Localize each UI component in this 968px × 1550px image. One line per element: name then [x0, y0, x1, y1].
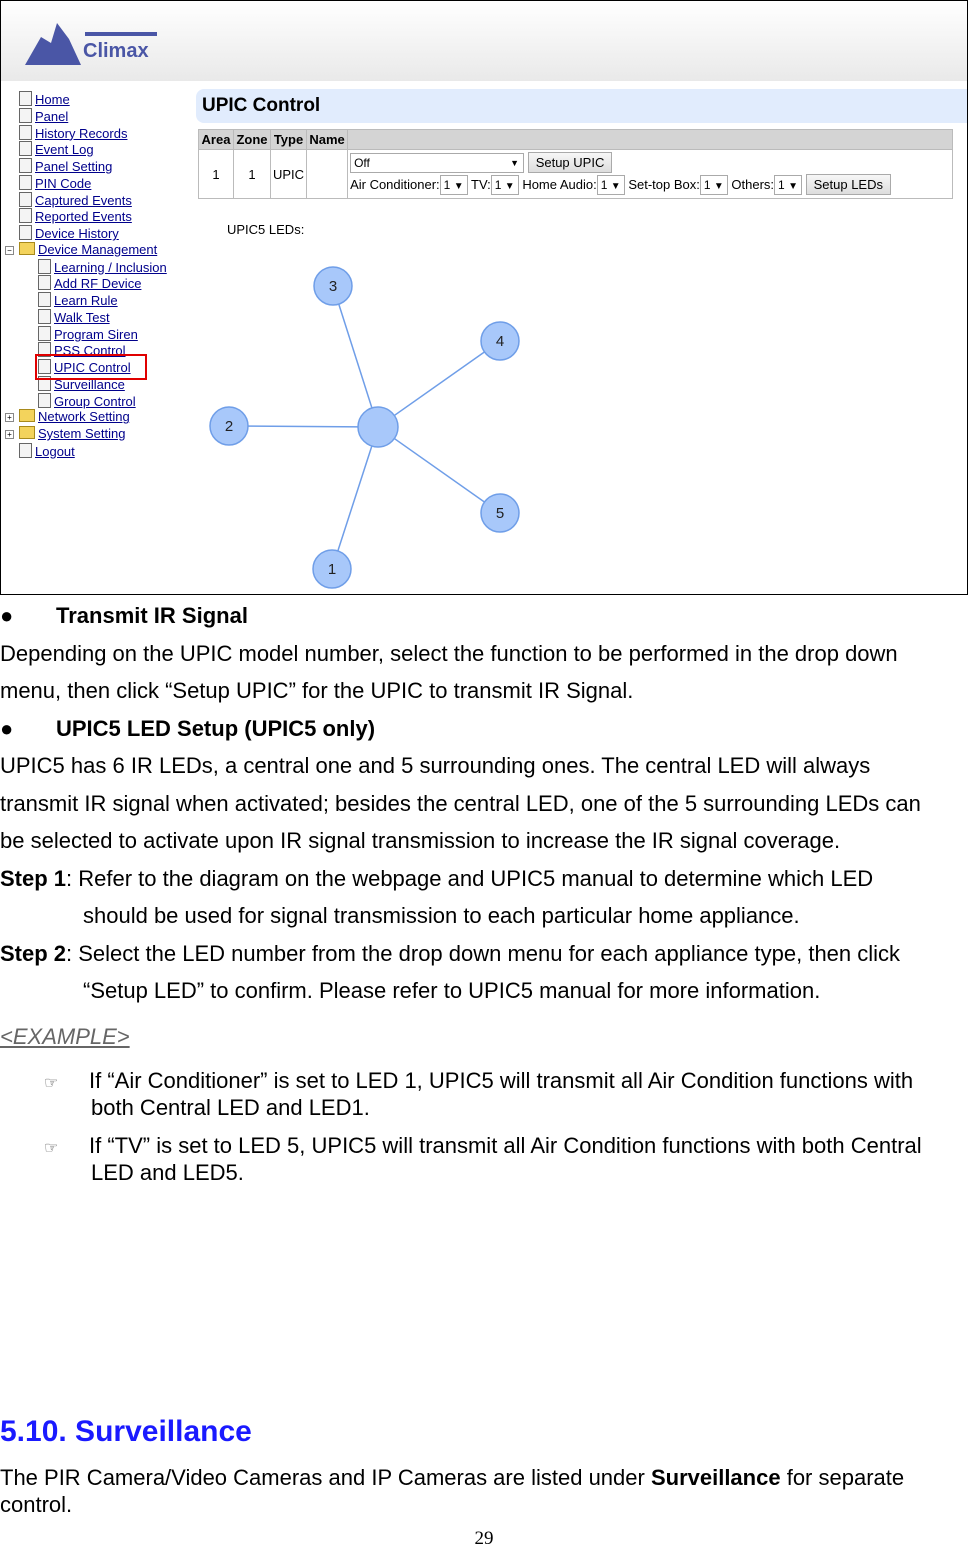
led-diagram: 1 2 3 4 5	[209, 266, 520, 589]
paragraph: be selected to activate upon IR signal t…	[0, 828, 841, 853]
pointing-hand-icon: ☞	[44, 1140, 59, 1157]
paragraph: “Setup LED” to confirm. Please refer to …	[83, 978, 821, 1003]
bullet-heading-1: ● Transmit IR Signal	[0, 603, 248, 628]
led-center	[357, 406, 399, 448]
paragraph: transmit IR signal when activated; besid…	[0, 791, 921, 816]
led-5-label: 5	[496, 505, 504, 522]
paragraph: control.	[0, 1492, 73, 1517]
paragraph: UPIC5 has 6 IR LEDs, a central one and 5…	[0, 753, 871, 778]
led-3-label: 3	[329, 278, 337, 295]
paragraph: The PIR Camera/Video Cameras and IP Came…	[0, 1465, 905, 1490]
bullet-heading-2: ● UPIC5 LED Setup (UPIC5 only)	[0, 716, 376, 741]
example-item: ☞ If “TV” is set to LED 5, UPIC5 will tra…	[44, 1133, 922, 1158]
pointing-hand-icon: ☞	[44, 1075, 59, 1092]
paragraph: LED and LED5.	[91, 1160, 244, 1185]
section-heading: 5.10. Surveillance	[0, 1415, 252, 1448]
page-number: 29	[474, 1528, 494, 1549]
led-1-label: 1	[328, 561, 336, 578]
example-label: <EXAMPLE>	[0, 1024, 130, 1049]
led-4-label: 4	[496, 333, 504, 350]
led-2-label: 2	[225, 418, 233, 435]
step-1: Step 1: Refer to the diagram on the webp…	[0, 866, 874, 891]
paragraph: menu, then click “Setup UPIC” for the UP…	[0, 678, 634, 703]
paragraph: should be used for signal transmission t…	[83, 903, 800, 928]
step-2: Step 2: Select the LED number from the d…	[0, 941, 901, 966]
example-item: ☞ If “Air Conditioner” is set to LED 1, U…	[44, 1068, 914, 1093]
paragraph: both Central LED and LED1.	[91, 1095, 370, 1120]
screenshot: Climax Home Panel History Records Event Log…	[0, 0, 968, 595]
paragraph: Depending on the UPIC model number, sele…	[0, 641, 898, 666]
